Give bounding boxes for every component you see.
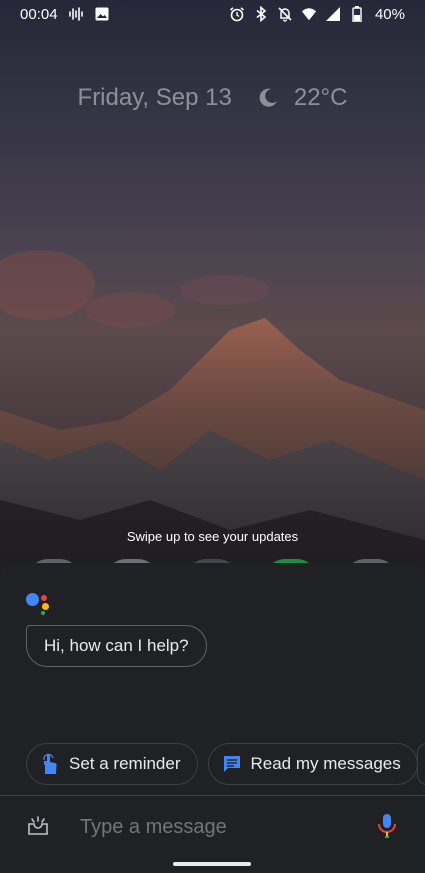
message-icon xyxy=(221,753,243,775)
battery-percentage: 40% xyxy=(374,5,405,23)
microphone-icon[interactable] xyxy=(376,812,398,840)
logo-dot-green xyxy=(41,611,45,615)
assistant-sheet[interactable]: Hi, how can I help? Set a reminder Read … xyxy=(0,563,425,873)
battery-icon xyxy=(349,6,365,22)
assistant-greeting-bubble: Hi, how can I help? xyxy=(26,625,207,667)
glance-date[interactable]: Friday, Sep 13 xyxy=(78,84,232,112)
bluetooth-icon xyxy=(253,6,269,22)
swipe-up-hint: Swipe up to see your updates xyxy=(126,529,299,544)
logo-dot-yellow xyxy=(42,603,49,610)
suggestion-chips: Set a reminder Read my messages xyxy=(26,743,418,785)
logo-dot-blue xyxy=(26,593,39,606)
inbox-icon[interactable] xyxy=(26,814,50,838)
chip-label: Set a reminder xyxy=(69,754,181,773)
signal-icon xyxy=(325,6,341,22)
at-a-glance[interactable]: Friday, Sep 13 22°C xyxy=(0,84,425,112)
chip-label: Read my messages xyxy=(250,754,401,773)
google-assistant-logo xyxy=(26,591,52,615)
assistant-input-row xyxy=(0,796,425,856)
home-gesture-bar[interactable] xyxy=(173,862,251,866)
alarm-icon xyxy=(229,6,245,22)
status-bar: 00:04 40% xyxy=(0,0,425,28)
logo-dot-red xyxy=(41,595,47,601)
set-reminder-chip[interactable]: Set a reminder xyxy=(26,743,198,785)
glance-temperature[interactable]: 22°C xyxy=(294,84,348,112)
reminder-hand-icon xyxy=(39,753,61,775)
moon-icon xyxy=(256,86,280,110)
image-icon xyxy=(94,6,110,22)
equalizer-icon xyxy=(68,6,84,22)
read-messages-chip[interactable]: Read my messages xyxy=(207,743,418,785)
next-suggestion-chip[interactable] xyxy=(417,743,425,785)
type-message-input[interactable] xyxy=(78,812,362,842)
clock: 00:04 xyxy=(20,5,58,23)
notifications-off-icon xyxy=(277,6,293,22)
wifi-icon xyxy=(301,6,317,22)
